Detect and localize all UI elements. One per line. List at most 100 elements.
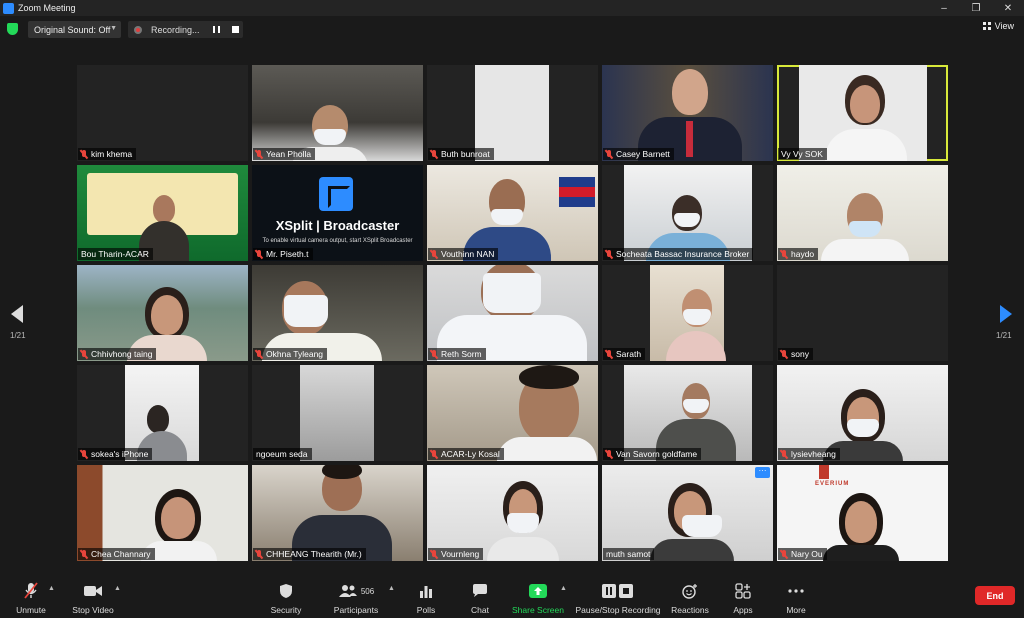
participant-shirt [497, 437, 597, 461]
participant-nameplate: Casey Barnett [603, 148, 674, 160]
apps-button[interactable]: Apps [730, 574, 756, 618]
participant-name: Chea Channary [91, 549, 151, 559]
participant-video [475, 65, 549, 161]
participants-button[interactable]: 506 Participants [332, 574, 380, 618]
participant-name: CHHEANG Thearith (Mr.) [266, 549, 362, 559]
participant-tile[interactable]: ··· muth samot [602, 465, 773, 561]
participant-tile-active-speaker[interactable]: Vy Vy SOK [777, 65, 948, 161]
participant-tile[interactable]: Chea Channary [77, 465, 248, 561]
participant-tile[interactable]: Okhna Tyleang [252, 265, 423, 361]
participant-tile[interactable]: lysievheang [777, 365, 948, 461]
participant-tile[interactable]: ngoeum seda [252, 365, 423, 461]
participant-tile[interactable]: Reth Sorm [427, 265, 598, 361]
previous-page-icon[interactable] [11, 305, 23, 323]
participant-name: Socheata Bassac Insurance Broker [616, 249, 750, 259]
participant-name: Bou Tharin-ACAR [81, 249, 149, 259]
face-mask [682, 515, 722, 537]
participant-name: Nary Ou [791, 549, 823, 559]
security-label: Security [270, 605, 302, 615]
audio-options-chevron-icon[interactable]: ▲ [48, 585, 55, 592]
participant-tile[interactable]: Buth bunroat [427, 65, 598, 161]
face-mask [849, 221, 881, 237]
minimize-button[interactable]: – [928, 0, 960, 16]
participant-name: kim khema [91, 149, 133, 159]
participant-nameplate: Mr. Piseth.t [253, 248, 313, 260]
share-screen-button[interactable]: Share Screen [512, 574, 564, 618]
participant-tile[interactable]: sokea's iPhone [77, 365, 248, 461]
participant-tile[interactable]: kim khema [77, 65, 248, 161]
unmute-button[interactable]: Unmute [12, 574, 50, 618]
participant-nameplate: Bou Tharin-ACAR [78, 248, 153, 260]
mic-muted-icon [81, 349, 87, 359]
reactions-button[interactable]: Reactions [670, 574, 710, 618]
face-mask [314, 129, 346, 145]
participant-nameplate: Socheata Bassac Insurance Broker [603, 248, 754, 260]
participant-tile[interactable]: ACAR-Ly Kosal [427, 365, 598, 461]
participant-name: ngoeum seda [256, 449, 308, 459]
mic-muted-icon [781, 349, 787, 359]
participant-tile[interactable]: haydo [777, 165, 948, 261]
end-meeting-button[interactable]: End [975, 586, 1015, 605]
tile-more-button[interactable]: ··· [755, 467, 770, 478]
security-button[interactable]: Security [268, 574, 304, 618]
participant-nameplate: Buth bunroat [428, 148, 494, 160]
participant-nameplate: Vouthinn NAN [428, 248, 499, 260]
participant-tile[interactable]: CHHEANG Thearith (Mr.) [252, 465, 423, 561]
mic-muted-icon [431, 549, 437, 559]
participant-tile[interactable]: Bou Tharin-ACAR [77, 165, 248, 261]
next-page-icon[interactable] [1000, 305, 1012, 323]
apps-icon [735, 580, 751, 602]
chat-button[interactable]: Chat [466, 574, 494, 618]
restore-button[interactable]: ❐ [960, 0, 992, 16]
participant-nameplate: Chea Channary [78, 548, 155, 560]
mic-muted-icon [256, 549, 262, 559]
participant-tile[interactable]: Van Savorn goldfame [602, 365, 773, 461]
participant-nameplate: Sarath [603, 348, 646, 360]
face-mask [683, 399, 709, 413]
participant-tile[interactable]: sony [777, 265, 948, 361]
stop-video-button[interactable]: Stop Video [70, 574, 116, 618]
security-shield-icon [279, 580, 293, 602]
mic-muted-icon [781, 449, 787, 459]
participant-tile[interactable]: Casey Barnett [602, 65, 773, 161]
participant-tile[interactable]: EVERIUM Nary Ou [777, 465, 948, 561]
pause-recording-icon[interactable] [213, 26, 220, 33]
encryption-shield-icon[interactable] [7, 23, 18, 35]
participant-nameplate: muth samot [603, 548, 655, 560]
participant-tile[interactable]: Chhivhong taing [77, 265, 248, 361]
share-options-chevron-icon[interactable]: ▲ [560, 585, 567, 592]
participant-tile[interactable]: Vournleng [427, 465, 598, 561]
participant-nameplate: ngoeum seda [253, 448, 312, 460]
record-icon [134, 25, 142, 34]
participant-name: Vournleng [441, 549, 480, 559]
participants-label: Participants [333, 605, 379, 615]
close-button[interactable]: ✕ [992, 0, 1024, 16]
participant-shoulders [650, 539, 734, 561]
share-screen-icon [529, 580, 547, 602]
participant-tile[interactable]: Yean Pholla [252, 65, 423, 161]
stop-recording-icon[interactable] [232, 26, 239, 33]
participant-nameplate: CHHEANG Thearith (Mr.) [253, 548, 366, 560]
original-sound-button[interactable]: Original Sound: Off ▼ [28, 21, 121, 38]
more-button[interactable]: More [782, 574, 810, 618]
recording-indicator: Recording... [128, 21, 243, 38]
polls-button[interactable]: Polls [412, 574, 440, 618]
video-options-chevron-icon[interactable]: ▲ [114, 585, 121, 592]
participants-chevron-icon[interactable]: ▲ [388, 585, 395, 592]
participants-count: 506 [360, 586, 375, 596]
mic-muted-icon [431, 249, 437, 259]
page-indicator-left: 1/21 [10, 331, 26, 340]
chevron-down-icon[interactable]: ▼ [110, 25, 117, 32]
mic-muted-icon [606, 249, 612, 259]
participant-tile[interactable]: Socheata Bassac Insurance Broker [602, 165, 773, 261]
video-camera-icon [83, 580, 103, 602]
participant-tile[interactable]: XSplit | Broadcaster To enable virtual c… [252, 165, 423, 261]
polls-label: Polls [416, 605, 436, 615]
view-button[interactable]: View [982, 21, 1014, 31]
participant-tile[interactable]: Vouthinn NAN [427, 165, 598, 261]
participant-tile[interactable]: Sarath [602, 265, 773, 361]
participant-face [672, 69, 708, 115]
participants-icon [338, 585, 357, 597]
pause-stop-recording-button[interactable]: Pause/Stop Recording [575, 574, 661, 618]
participant-name: Van Savorn goldfame [616, 449, 698, 459]
